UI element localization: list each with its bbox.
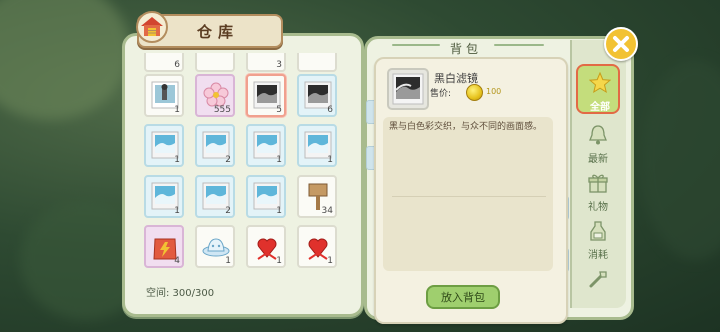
item-count: 4: [174, 256, 180, 266]
item-description-box: [383, 117, 553, 271]
warehouse-slot-wooden-sign[interactable]: 34: [297, 175, 337, 218]
warehouse-slot-heart-bow[interactable]: 1: [246, 225, 286, 268]
warehouse-capacity: 空间: 300/300: [146, 288, 215, 299]
warehouse-slot-photo-sky[interactable]: 1: [144, 124, 184, 167]
coin-icon: [466, 84, 483, 101]
item-count: 1: [174, 155, 180, 165]
warehouse-slot-card-top[interactable]: 3: [246, 53, 286, 72]
item-count: 555: [213, 105, 231, 115]
bell-icon: [589, 125, 607, 145]
tab-newest-label: 最新: [588, 154, 608, 165]
item-count: 1: [276, 155, 282, 165]
background-foliage: [640, 60, 720, 260]
warehouse-item-grid[interactable]: 6 3 1 555 5 6 1 2 1 1 1 2 1 34 4 1 1 1: [144, 53, 342, 273]
title-vine-left: [392, 44, 440, 46]
item-count: 1: [327, 256, 333, 266]
tab-gift[interactable]: 礼物: [576, 166, 620, 216]
tab-newest[interactable]: 最新: [576, 118, 620, 168]
card-top-icon: [303, 53, 333, 65]
item-count: 3: [276, 60, 282, 70]
item-count: 1: [174, 206, 180, 216]
warehouse-slot-photo-sky[interactable]: 2: [195, 124, 235, 167]
tab-gift-label: 礼物: [588, 202, 608, 213]
item-count: 1: [174, 105, 180, 115]
item-count: 1: [225, 256, 231, 266]
tab-tools[interactable]: [576, 262, 620, 298]
warehouse-slot-cherry-blossom[interactable]: 555: [195, 74, 235, 117]
tab-all[interactable]: 全部: [576, 64, 620, 114]
item-count: 1: [327, 155, 333, 165]
card-top-icon: [201, 53, 231, 65]
item-count: 5: [276, 105, 282, 115]
close-button[interactable]: [604, 27, 638, 61]
item-count: 6: [327, 105, 333, 115]
star-icon: [589, 72, 611, 94]
bag-title: 背包: [450, 42, 483, 56]
put-in-bag-button[interactable]: 放入背包: [426, 285, 500, 309]
item-count: 2: [225, 155, 231, 165]
warehouse-slot-photo-sky[interactable]: 1: [144, 175, 184, 218]
item-count: 1: [276, 206, 282, 216]
item-count: 34: [321, 206, 333, 216]
item-description: 黑与白色彩交织，与众不同的画面感。: [389, 122, 543, 132]
close-icon: [613, 36, 629, 52]
gift-icon: [588, 174, 608, 193]
warehouse-slot-card-top[interactable]: 6: [144, 53, 184, 72]
description-divider: [392, 196, 546, 197]
price-label: 售价:: [430, 89, 452, 99]
warehouse-title-plaque: 仓库: [136, 11, 283, 48]
warehouse-slot-heart-bow[interactable]: 1: [297, 225, 337, 268]
warehouse-title: 仓库: [197, 23, 240, 41]
warehouse-slot-photo-sky[interactable]: 1: [246, 124, 286, 167]
item-detail-thumbnail: [387, 68, 429, 110]
warehouse-slot-card-top[interactable]: [297, 53, 337, 72]
warehouse-slot-photo-sky[interactable]: 2: [195, 175, 235, 218]
warehouse-slot-postcard-figure[interactable]: 1: [144, 74, 184, 117]
warehouse-slot-red-bag[interactable]: 4: [144, 225, 184, 268]
tab-consumable[interactable]: 消耗: [576, 214, 620, 264]
warehouse-slot-card-top[interactable]: [195, 53, 235, 72]
warehouse-slot-photo-sky[interactable]: 1: [297, 124, 337, 167]
background-foliage: [0, 0, 130, 120]
tool-icon: [589, 271, 607, 288]
warehouse-slot-photo-bw[interactable]: 6: [297, 74, 337, 117]
title-vine-right: [494, 44, 544, 46]
photo-bw-icon: [392, 73, 424, 105]
bottle-icon: [590, 221, 606, 241]
tab-all-label: 全部: [590, 102, 610, 113]
tab-consumable-label: 消耗: [588, 250, 608, 261]
item-count: 6: [174, 60, 180, 70]
price-value: 100: [486, 87, 502, 96]
item-count: 1: [276, 256, 282, 266]
warehouse-slot-blue-hat[interactable]: 1: [195, 225, 235, 268]
warehouse-slot-photo-sky[interactable]: 1: [246, 175, 286, 218]
item-count: 2: [225, 206, 231, 216]
warehouse-slot-photo-bw[interactable]: 5: [246, 74, 286, 117]
warehouse-house-icon: [136, 11, 168, 43]
